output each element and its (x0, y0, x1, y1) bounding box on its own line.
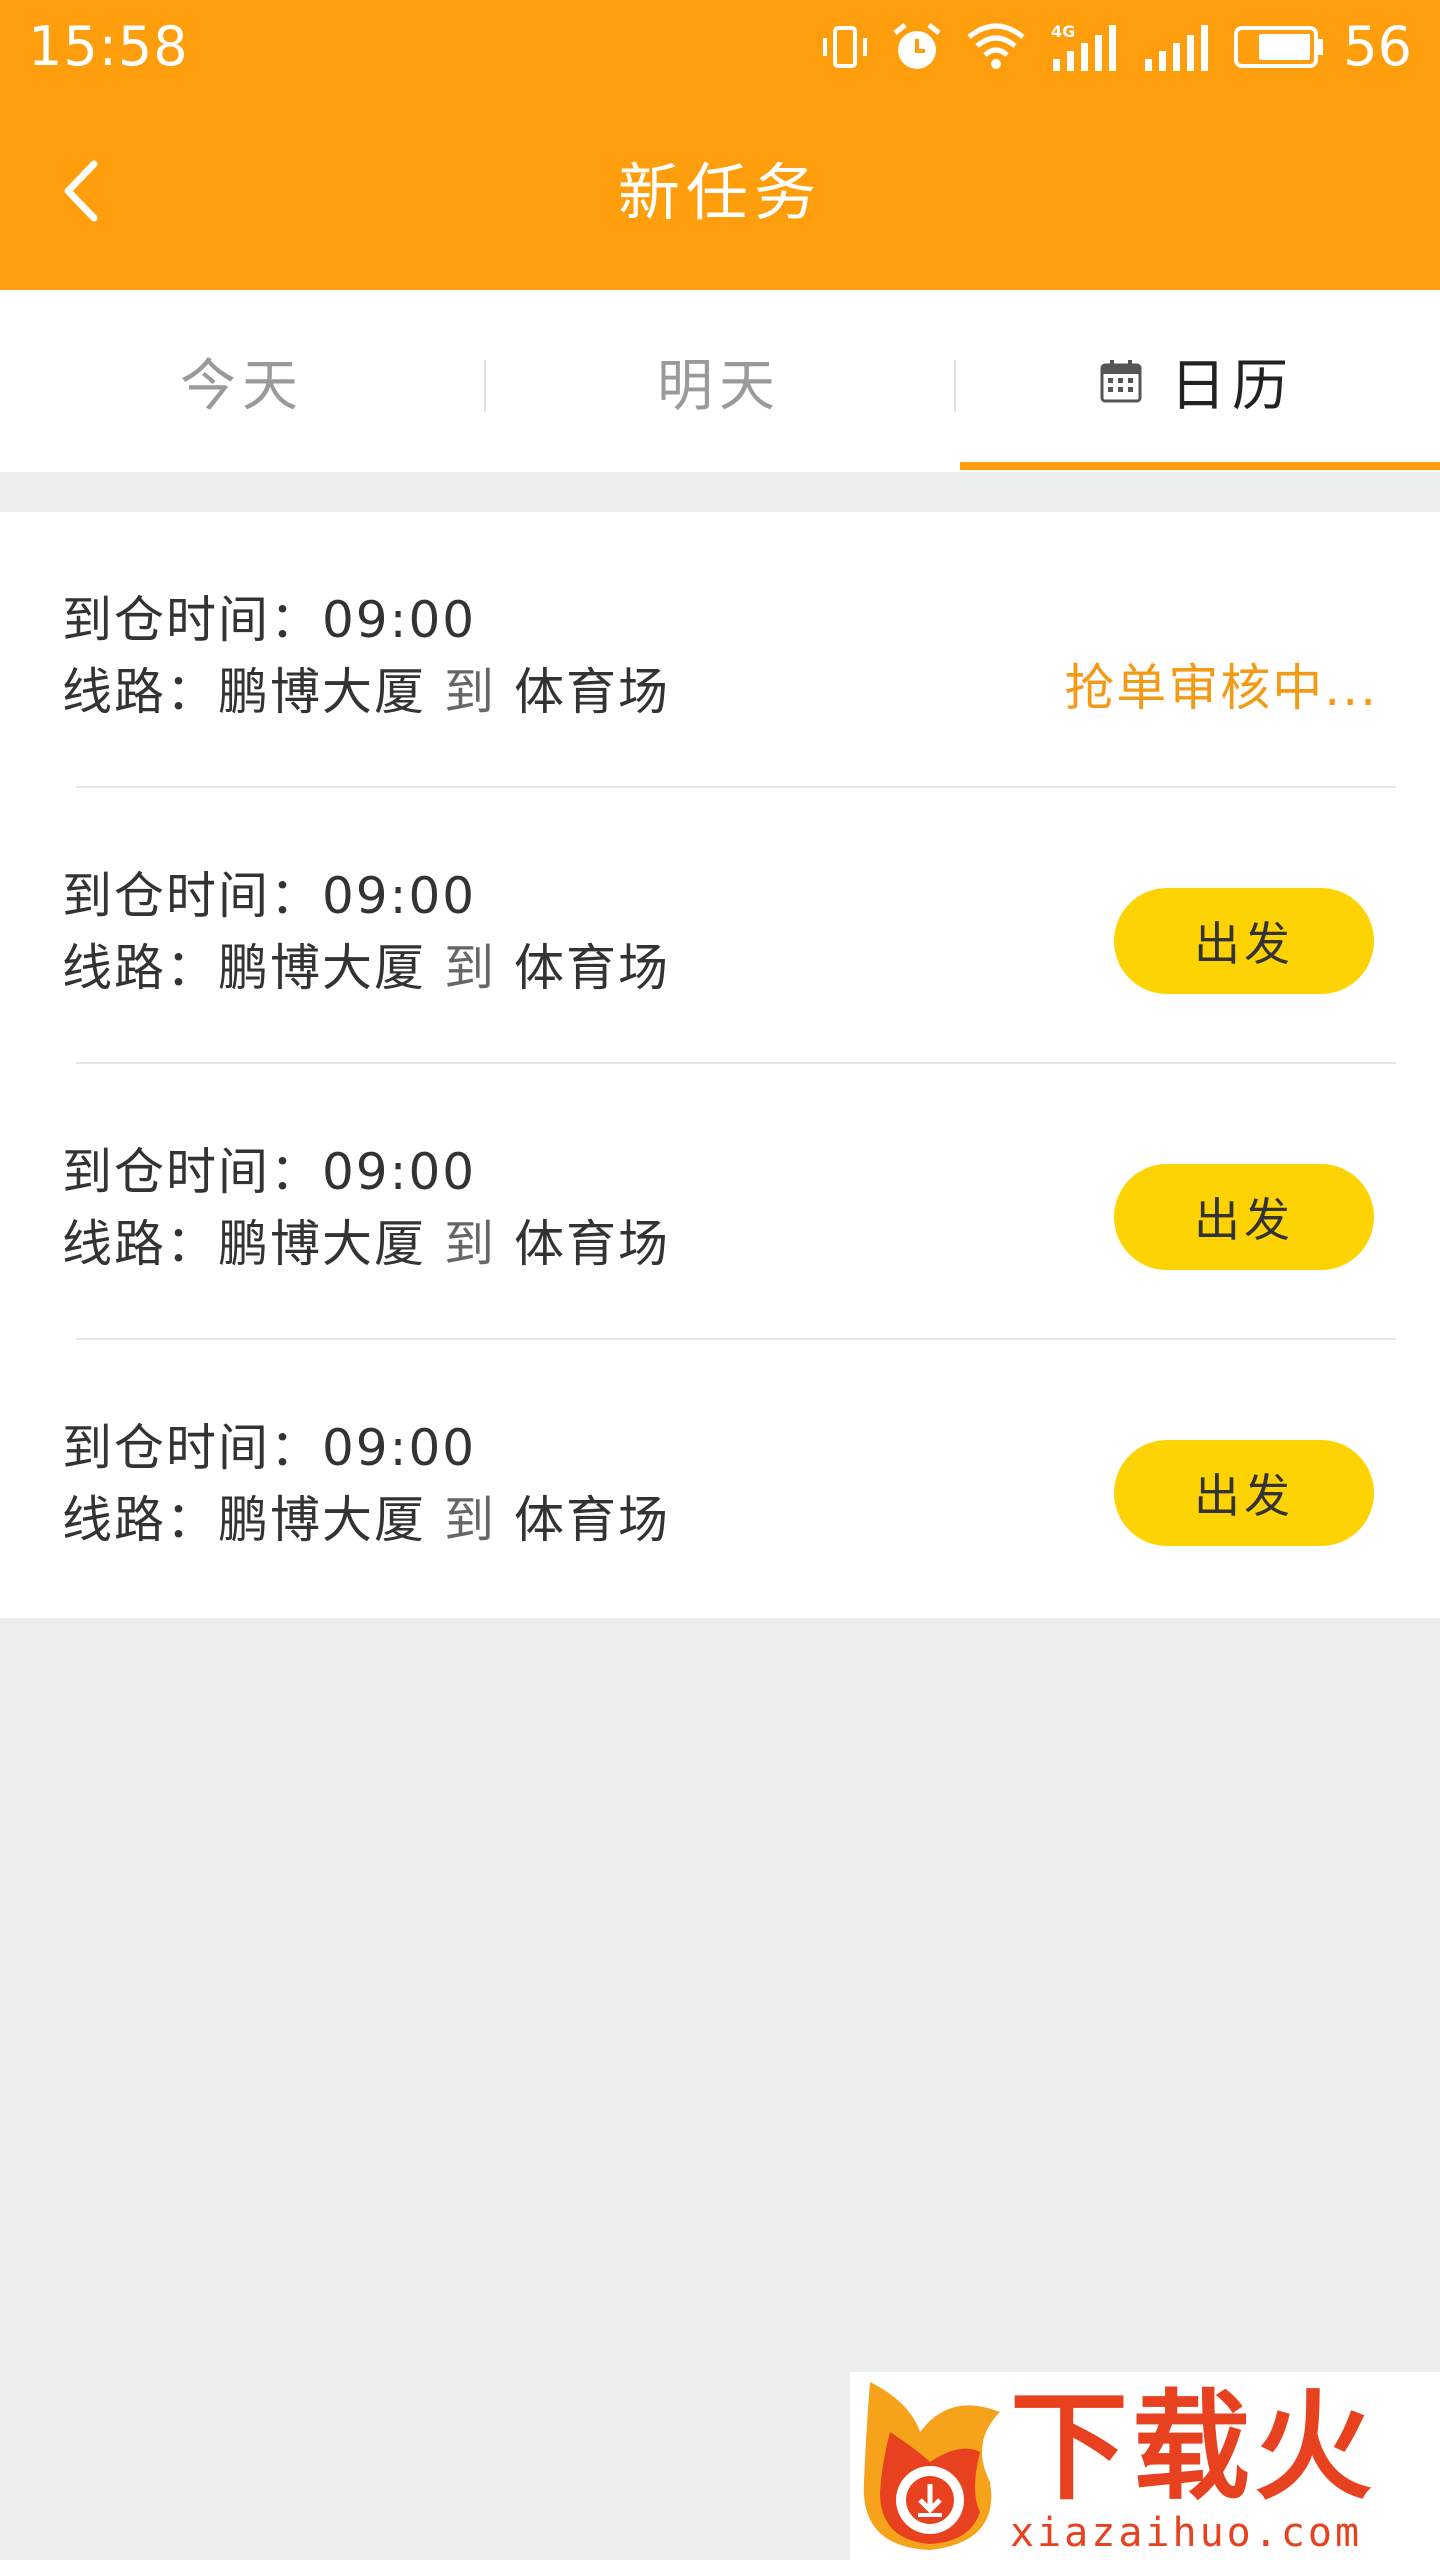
arrival-label: 到仓时间： (62, 867, 322, 925)
arrival-time-line: 到仓时间：09:00 (62, 1132, 476, 1204)
tab-tomorrow-label: 明天 (657, 353, 781, 419)
status-time: 15:58 (28, 15, 189, 78)
arrival-time: 09:00 (322, 867, 477, 925)
watermark: 下载火 xiazaihuo.com (850, 2372, 1440, 2560)
route-to-word: 到 (444, 663, 496, 721)
task-row[interactable]: 到仓时间：09:00 线路：鹏博大厦到体育场 出发 (0, 1064, 1440, 1340)
tab-today-label: 今天 (180, 353, 304, 419)
flame-logo-icon (863, 2382, 1000, 2550)
route-line: 线路：鹏博大厦到体育场 (62, 1204, 670, 1276)
route-line: 线路：鹏博大厦到体育场 (62, 1480, 670, 1552)
tab-tomorrow[interactable]: 明天 (484, 290, 954, 472)
status-icons: 4G 56 (799, 14, 1412, 80)
grab-review-status: 抢单审核中... (1064, 659, 1378, 717)
route-from: 鹏博大厦 (218, 1215, 426, 1273)
arrival-label: 到仓时间： (62, 591, 322, 649)
page-title: 新任务 (617, 156, 822, 229)
task-row[interactable]: 到仓时间：09:00 线路：鹏博大厦到体育场 出发 (0, 788, 1440, 1064)
route-to-word: 到 (444, 939, 496, 997)
arrival-time-line: 到仓时间：09:00 (62, 580, 476, 652)
back-button[interactable] (40, 141, 120, 241)
arrival-time: 09:00 (322, 1143, 477, 1201)
battery-level: 56 (1343, 15, 1412, 78)
app-header: 15:58 4G 56 新任务 (0, 0, 1440, 290)
task-list: 到仓时间：09:00 线路：鹏博大厦到体育场 抢单审核中... 到仓时间：09:… (0, 512, 1440, 1618)
signal-4g-icon: 4G (1051, 22, 1117, 71)
route-from: 鹏博大厦 (218, 1491, 426, 1549)
depart-button[interactable]: 出发 (1114, 1164, 1374, 1270)
route-line: 线路：鹏博大厦到体育场 (62, 652, 670, 724)
depart-button[interactable]: 出发 (1114, 1440, 1374, 1546)
wifi-icon (967, 23, 1025, 69)
route-label: 线路： (62, 1491, 218, 1549)
arrival-time-line: 到仓时间：09:00 (62, 1408, 476, 1480)
tab-calendar-label: 日历 (1170, 353, 1294, 419)
signal-icon (1145, 25, 1209, 71)
route-label: 线路： (62, 939, 218, 997)
calendar-icon (1100, 360, 1142, 403)
tab-bar: 今天 明天 日历 (0, 290, 1440, 472)
status-bar: 15:58 4G 56 (0, 0, 1440, 96)
route-label: 线路： (62, 663, 218, 721)
route-from: 鹏博大厦 (218, 663, 426, 721)
tab-calendar[interactable]: 日历 (954, 290, 1440, 472)
active-tab-indicator (960, 462, 1440, 470)
route-line: 线路：鹏博大厦到体育场 (62, 928, 670, 1000)
route-label: 线路： (62, 1215, 218, 1273)
route-to: 体育场 (514, 1215, 670, 1273)
task-row[interactable]: 到仓时间：09:00 线路：鹏博大厦到体育场 出发 (0, 1340, 1440, 1616)
svg-text:4G: 4G (1051, 22, 1075, 41)
depart-button[interactable]: 出发 (1114, 888, 1374, 994)
route-to: 体育场 (514, 663, 670, 721)
route-to: 体育场 (514, 1491, 670, 1549)
vibrate-icon (823, 26, 868, 68)
tab-today[interactable]: 今天 (0, 290, 484, 472)
route-to-word: 到 (444, 1215, 496, 1273)
alarm-icon (893, 23, 941, 69)
arrival-time: 09:00 (322, 1419, 477, 1477)
arrival-label: 到仓时间： (62, 1143, 322, 1201)
watermark-brand: 下载火 (1010, 2378, 1377, 2516)
battery-icon (1234, 26, 1324, 68)
route-to-word: 到 (444, 1491, 496, 1549)
chevron-left-icon (64, 160, 98, 222)
arrival-label: 到仓时间： (62, 1419, 322, 1477)
title-bar: 新任务 (0, 96, 1440, 290)
route-from: 鹏博大厦 (218, 939, 426, 997)
arrival-time: 09:00 (322, 591, 477, 649)
arrival-time-line: 到仓时间：09:00 (62, 856, 476, 928)
route-to: 体育场 (514, 939, 670, 997)
task-row[interactable]: 到仓时间：09:00 线路：鹏博大厦到体育场 抢单审核中... (0, 512, 1440, 788)
watermark-url: xiazaihuo.com (1010, 2510, 1363, 2556)
